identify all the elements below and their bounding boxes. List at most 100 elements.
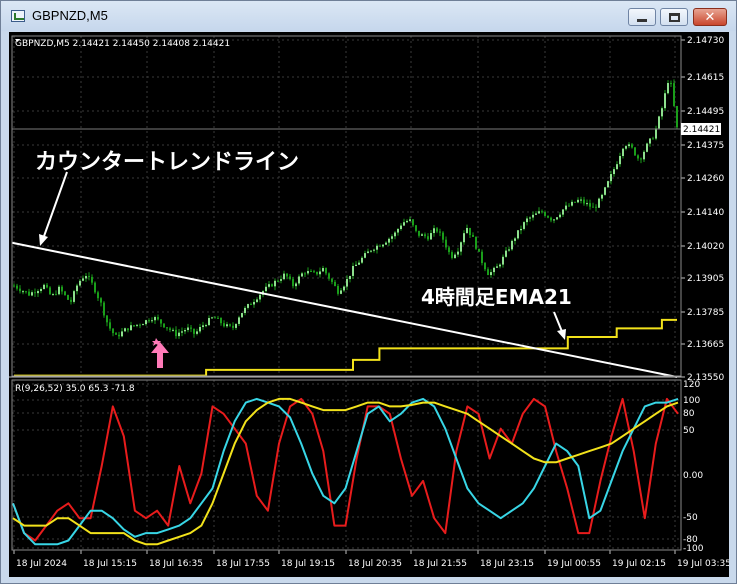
candle-body: [208, 318, 210, 326]
candle-body: [646, 143, 648, 152]
candle-body: [511, 240, 513, 250]
candle-body: [190, 327, 192, 329]
candle-body: [121, 331, 123, 337]
candle-body: [496, 266, 498, 268]
maximize-button[interactable]: [660, 8, 688, 26]
candle-body: [127, 328, 129, 331]
candle-body: [250, 304, 252, 306]
candle-body: [328, 273, 330, 279]
candle-body: [256, 299, 258, 302]
candle-body: [355, 264, 357, 266]
chart-area[interactable]: 2.14730 2.14615 2.14495 2.14375 2.14260 2.141…: [9, 32, 731, 577]
candle-body: [73, 291, 75, 302]
time-axis-label: 18 Jul 15:15: [83, 559, 137, 569]
candle-body: [37, 291, 39, 294]
candle-body: [337, 285, 339, 294]
candle-body: [301, 273, 303, 277]
candle-body: [628, 144, 630, 147]
candle-body: [163, 323, 165, 328]
candle-body: [532, 214, 534, 218]
price-axis-label: 2.13905: [687, 274, 724, 284]
candle-body: [556, 217, 558, 220]
time-axis-label: 19 Jul 03:35: [677, 559, 729, 569]
candle-body: [565, 205, 567, 210]
candle-body: [157, 317, 159, 320]
window-title: GBPNZD,M5: [32, 8, 108, 23]
candle-body: [466, 227, 468, 234]
candle-body: [406, 220, 408, 223]
candle-body: [79, 280, 81, 286]
countertrend-arrow: [42, 171, 68, 240]
candle-body: [541, 211, 543, 213]
candle-body: [145, 320, 147, 325]
candle-body: [193, 328, 195, 334]
candle-body: [508, 249, 510, 251]
candle-body: [622, 148, 624, 157]
candle-body: [43, 284, 45, 289]
candle-body: [484, 262, 486, 270]
candle-body: [331, 278, 333, 282]
candle-body: [199, 326, 201, 332]
time-axis-label: 18 Jul 23:15: [480, 559, 534, 569]
candle-body: [379, 245, 381, 247]
candle-body: [64, 291, 66, 296]
candle-body: [28, 291, 30, 296]
candle-body: [619, 156, 621, 165]
candle-body: [439, 231, 441, 233]
minimize-button[interactable]: [628, 8, 656, 26]
candle-body: [100, 298, 102, 303]
candle-body: [346, 279, 348, 287]
candle-body: [493, 267, 495, 273]
candle-body: [415, 225, 417, 231]
candle-body: [487, 269, 489, 276]
candle-body: [658, 116, 660, 129]
candle-body: [544, 211, 546, 216]
candle-body: [451, 252, 453, 258]
candle-body: [16, 285, 18, 289]
price-axis-label: 2.14375: [687, 141, 724, 151]
candle-body: [640, 158, 642, 160]
candle-body: [70, 299, 72, 302]
candle-body: [655, 128, 657, 139]
price-axis-label: 2.13665: [687, 340, 724, 350]
candle-body: [670, 83, 672, 85]
candle-body: [139, 324, 141, 326]
candle-body: [571, 201, 573, 206]
candle-body: [370, 250, 372, 252]
candle-body: [229, 324, 231, 326]
candle-body: [49, 287, 51, 295]
candle-body: [271, 284, 273, 287]
candle-body: [232, 325, 234, 328]
candle-body: [241, 313, 243, 318]
candle-body: [211, 317, 213, 319]
candle-body: [514, 238, 516, 241]
close-button[interactable]: ✕: [693, 8, 727, 26]
candle-body: [178, 332, 180, 337]
candle-body: [667, 83, 669, 94]
chart-window-icon: [11, 10, 25, 22]
candle-body: [133, 325, 135, 327]
candle-body: [76, 285, 78, 292]
candle-body: [22, 291, 24, 293]
candle-body: [46, 284, 48, 288]
time-axis-label: 18 Jul 21:55: [413, 559, 467, 569]
oscillator-axis-label: 120: [683, 380, 700, 390]
candle-body: [313, 271, 315, 273]
candle-body: [676, 106, 678, 128]
candle-body: [304, 273, 306, 275]
countertrend-arrow-head-icon: [39, 234, 48, 246]
candle-body: [523, 222, 525, 229]
close-icon: ✕: [704, 9, 716, 25]
candle-body: [115, 333, 117, 335]
title-bar[interactable]: GBPNZD,M5 ✕: [1, 1, 736, 31]
candle-body: [172, 329, 174, 331]
candle-body: [223, 323, 225, 327]
candle-body: [112, 328, 114, 334]
candle-body: [613, 169, 615, 175]
price-chart[interactable]: 2.14730 2.14615 2.14495 2.14375 2.14260 2.141…: [9, 32, 731, 577]
candle-body: [352, 265, 354, 276]
candle-body: [559, 214, 561, 218]
candle-body: [547, 215, 549, 218]
candle-body: [481, 251, 483, 263]
candle-body: [298, 276, 300, 284]
